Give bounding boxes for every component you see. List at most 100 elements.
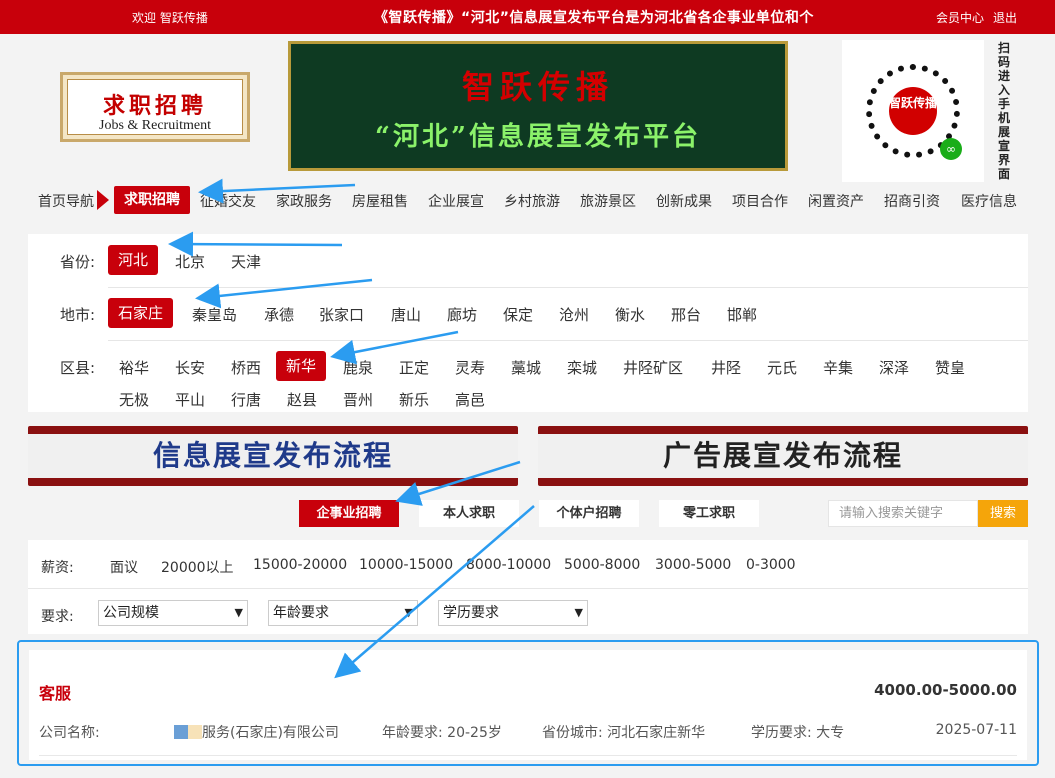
education-requirement: 学历要求: 大专: [751, 725, 845, 741]
filter-divider: [108, 340, 1028, 341]
city-tangshan[interactable]: 唐山: [391, 304, 421, 325]
banner-title: 智跃传播: [461, 68, 614, 106]
district-jingxing[interactable]: 井陉: [711, 357, 741, 378]
job-filter-panel: 薪资: 面议 20000以上 15000-20000 10000-15000 8…: [28, 540, 1028, 634]
nav-item-jobs[interactable]: 求职招聘: [114, 186, 190, 214]
district-luancheng[interactable]: 栾城: [567, 357, 597, 378]
city-chengde[interactable]: 承德: [264, 304, 294, 325]
mini-program-icon: ∞: [940, 138, 962, 160]
chevron-down-icon: ▼: [404, 606, 413, 619]
salary-option[interactable]: 20000以上: [161, 557, 234, 577]
select-value: 学历要求: [443, 605, 499, 621]
info-publish-flow-banner[interactable]: 信息展宣发布流程: [28, 426, 518, 486]
job-salary: 4000.00-5000.00: [874, 681, 1017, 699]
district-gaocheng[interactable]: 藁城: [511, 357, 541, 378]
district-zanhuang[interactable]: 赞皇: [935, 357, 965, 378]
qr-center-logo: 智跃传播: [889, 87, 937, 135]
salary-option[interactable]: 10000-15000: [359, 557, 453, 573]
salary-option[interactable]: 15000-20000: [253, 557, 347, 573]
city-cangzhou[interactable]: 沧州: [559, 304, 589, 325]
nav-item-scenic[interactable]: 旅游景区: [580, 191, 636, 211]
company-label: 公司名称:: [39, 725, 100, 741]
ad-flow-title: 广告展宣发布流程: [662, 439, 903, 472]
district-qiaoxi[interactable]: 桥西: [231, 357, 261, 378]
nav-item-housing[interactable]: 房屋租售: [352, 191, 408, 211]
nav-item-rural-travel[interactable]: 乡村旅游: [504, 191, 560, 211]
main-nav: 首页导航 求职招聘 征婚交友 家政服务 房屋租售 企业展宣 乡村旅游 旅游景区 …: [28, 186, 1028, 214]
district-xinji[interactable]: 辛集: [823, 357, 853, 378]
banner-subtitle: “河北”信息展宣发布平台: [375, 122, 701, 152]
district-label: 区县:: [60, 359, 96, 377]
district-luquan[interactable]: 鹿泉: [343, 357, 373, 378]
nav-item-medical[interactable]: 医疗信息: [961, 191, 1017, 211]
salary-option[interactable]: 5000-8000: [564, 557, 640, 573]
age-requirement-select[interactable]: 年龄要求 ▼: [268, 600, 418, 626]
search-input[interactable]: 请输入搜索关键字: [828, 500, 978, 527]
district-jinzhou[interactable]: 晋州: [343, 389, 373, 410]
search-button[interactable]: 搜索: [978, 500, 1028, 527]
logout-link[interactable]: 退出: [993, 9, 1017, 26]
city-baoding[interactable]: 保定: [503, 304, 533, 325]
nav-item-idle-assets[interactable]: 闲置资产: [808, 191, 864, 211]
job-card[interactable]: 客服 4000.00-5000.00 公司名称: 服务(石家庄)有限公司 年龄要…: [29, 650, 1027, 760]
nav-pointer-icon: [97, 190, 109, 210]
jobs-recruitment-logo: 求职招聘 Jobs & Recruitment: [60, 72, 250, 142]
nav-item-housekeeping[interactable]: 家政服务: [276, 191, 332, 211]
nav-item-enterprise[interactable]: 企业展宣: [428, 191, 484, 211]
district-zhaoxian[interactable]: 赵县: [287, 389, 317, 410]
district-gaoyi[interactable]: 高邑: [455, 389, 485, 410]
select-value: 公司规模: [103, 605, 159, 621]
district-xingtang[interactable]: 行唐: [231, 389, 261, 410]
district-xinle[interactable]: 新乐: [399, 389, 429, 410]
requirement-label: 要求:: [41, 609, 74, 625]
province-hebei[interactable]: 河北: [108, 245, 159, 275]
city-qinhuangdao[interactable]: 秦皇岛: [192, 304, 237, 325]
city-langfang[interactable]: 廊坊: [447, 304, 477, 325]
district-yuanshi[interactable]: 元氏: [767, 357, 797, 378]
district-wuji[interactable]: 无极: [119, 389, 149, 410]
province-beijing[interactable]: 北京: [175, 251, 205, 272]
district-changan[interactable]: 长安: [175, 357, 205, 378]
district-shenze[interactable]: 深泽: [879, 357, 909, 378]
city-shijiazhuang[interactable]: 石家庄: [108, 298, 174, 328]
nav-home[interactable]: 首页导航: [38, 191, 94, 211]
salary-option[interactable]: 面议: [110, 557, 138, 577]
company-size-select[interactable]: 公司规模 ▼: [98, 600, 248, 626]
top-bar: 欢迎 智跃传播 《智跃传播》“河北”信息展宣发布平台是为河北省各企事业单位和个 …: [0, 0, 1055, 34]
post-date: 2025-07-11: [935, 722, 1017, 738]
salary-option[interactable]: 3000-5000: [655, 557, 731, 573]
job-title[interactable]: 客服: [39, 680, 71, 704]
nav-item-projects[interactable]: 项目合作: [732, 191, 788, 211]
city-handan[interactable]: 邯郸: [727, 304, 757, 325]
district-zhengding[interactable]: 正定: [399, 357, 429, 378]
nav-item-investment[interactable]: 招商引资: [884, 191, 940, 211]
nav-item-dating[interactable]: 征婚交友: [200, 191, 256, 211]
salary-option[interactable]: 0-3000: [746, 557, 796, 573]
nav-item-innovation[interactable]: 创新成果: [656, 191, 712, 211]
chevron-down-icon: ▼: [574, 606, 583, 619]
salary-option[interactable]: 8000-10000: [466, 557, 551, 573]
tab-odd-jobs[interactable]: 零工求职: [659, 500, 759, 527]
info-flow-title: 信息展宣发布流程: [152, 439, 393, 472]
education-requirement-select[interactable]: 学历要求 ▼: [438, 600, 588, 626]
city-zhangjiakou[interactable]: 张家口: [319, 304, 364, 325]
tab-enterprise-recruit[interactable]: 企事业招聘: [299, 500, 399, 527]
district-yuhua[interactable]: 裕华: [119, 357, 149, 378]
logo-title-cn: 求职招聘: [102, 93, 207, 119]
member-center-link[interactable]: 会员中心: [936, 9, 984, 26]
district-jingxing-mining[interactable]: 井陉矿区: [623, 357, 683, 378]
tab-individual-recruit[interactable]: 个体户招聘: [539, 500, 639, 527]
qr-caption: 扫码进入手机展宣界面: [998, 41, 1011, 181]
city-xingtai[interactable]: 邢台: [671, 304, 701, 325]
ad-publish-flow-banner[interactable]: 广告展宣发布流程: [538, 426, 1028, 486]
city-hengshui[interactable]: 衡水: [615, 304, 645, 325]
card-divider: [39, 755, 1017, 756]
province-tianjin[interactable]: 天津: [231, 251, 261, 272]
filter-divider: [108, 287, 1028, 288]
district-xinhua[interactable]: 新华: [276, 351, 327, 381]
select-value: 年龄要求: [273, 605, 329, 621]
tab-personal-jobseek[interactable]: 本人求职: [419, 500, 519, 527]
district-pingshan[interactable]: 平山: [175, 389, 205, 410]
district-lingshou[interactable]: 灵寿: [455, 357, 485, 378]
redacted-block: [174, 725, 202, 739]
